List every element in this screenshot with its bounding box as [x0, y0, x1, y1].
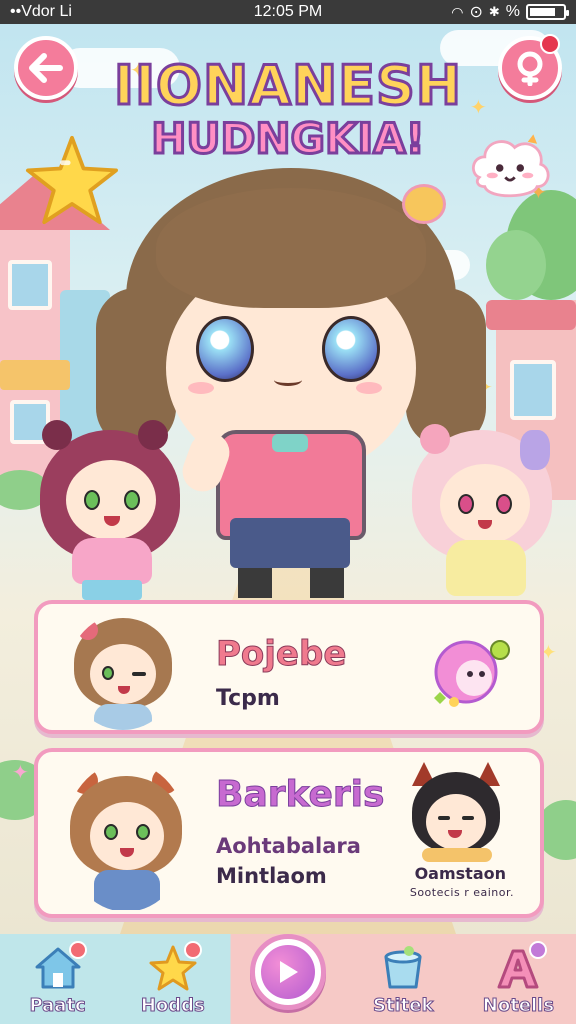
status-bar: ••Vdor Li 12:05 PM ◠ ⊙ ✱ %	[0, 0, 576, 24]
profile-icon	[517, 51, 543, 86]
nav-item-play[interactable]	[230, 934, 345, 1024]
letter-a-icon	[493, 941, 548, 991]
notification-badge	[68, 941, 87, 959]
carrier-label: ••Vdor Li	[10, 3, 72, 20]
wifi-icon: ◠	[451, 3, 464, 20]
nav-item-stitek[interactable]: Stitek	[346, 934, 461, 1024]
card-subtitle: Tcpm	[216, 686, 280, 711]
nav-item-home[interactable]: Paatc	[0, 934, 115, 1024]
card-title: Barkeris	[215, 774, 385, 816]
back-arrow-icon	[29, 53, 63, 83]
star-icon	[148, 941, 202, 991]
nav-label: Hodds	[140, 995, 205, 1017]
notification-badge	[529, 941, 548, 959]
play-icon	[280, 961, 298, 983]
side-character-caption: Sootecis r eainor.	[409, 886, 514, 899]
card-subtitle-2: Mintlaom	[216, 864, 327, 888]
back-button[interactable]	[14, 36, 78, 100]
nav-item-notells[interactable]: Notells	[461, 934, 576, 1024]
battery-icon	[526, 4, 569, 20]
alarm-icon: ⊙	[469, 4, 483, 21]
side-character-left	[40, 420, 180, 600]
side-character-right	[406, 420, 556, 600]
play-button[interactable]	[250, 934, 326, 1010]
title-line-2: HUDNGKIA!	[150, 112, 427, 164]
side-character-name: Oamstaon	[414, 864, 506, 883]
nav-label: Stitek	[372, 995, 434, 1017]
card-subtitle: Aohtabalara	[216, 834, 361, 858]
cup-icon	[378, 945, 428, 991]
card-title: Pojebe	[215, 634, 347, 675]
game-title: IIONANESH HUDNGKIA!	[90, 54, 486, 164]
notification-dot	[540, 34, 560, 54]
notification-badge	[183, 941, 202, 959]
bluetooth-icon: ✱	[488, 4, 500, 19]
card-avatar	[64, 762, 188, 912]
profile-button[interactable]	[498, 34, 562, 100]
nav-item-hodds[interactable]: Hodds	[115, 934, 230, 1024]
hair-clip-icon	[402, 184, 446, 224]
card-avatar	[68, 614, 178, 730]
pink-blob-character-icon	[434, 640, 510, 707]
card-side-character	[408, 762, 504, 862]
house-icon	[33, 941, 87, 991]
bottom-navigation: Paatc Hodds Stitek Notells	[0, 934, 576, 1024]
battery-percent: %	[505, 3, 520, 20]
character-card-1[interactable]: Pojebe Tcpm	[34, 600, 544, 734]
nav-label: Paatc	[29, 995, 86, 1017]
title-line-1: IIONANESH	[112, 54, 463, 117]
character-card-2[interactable]: Barkeris Aohtabalara Mintlaom Oamstaon S…	[34, 748, 544, 918]
nav-label: Notells	[482, 995, 555, 1017]
